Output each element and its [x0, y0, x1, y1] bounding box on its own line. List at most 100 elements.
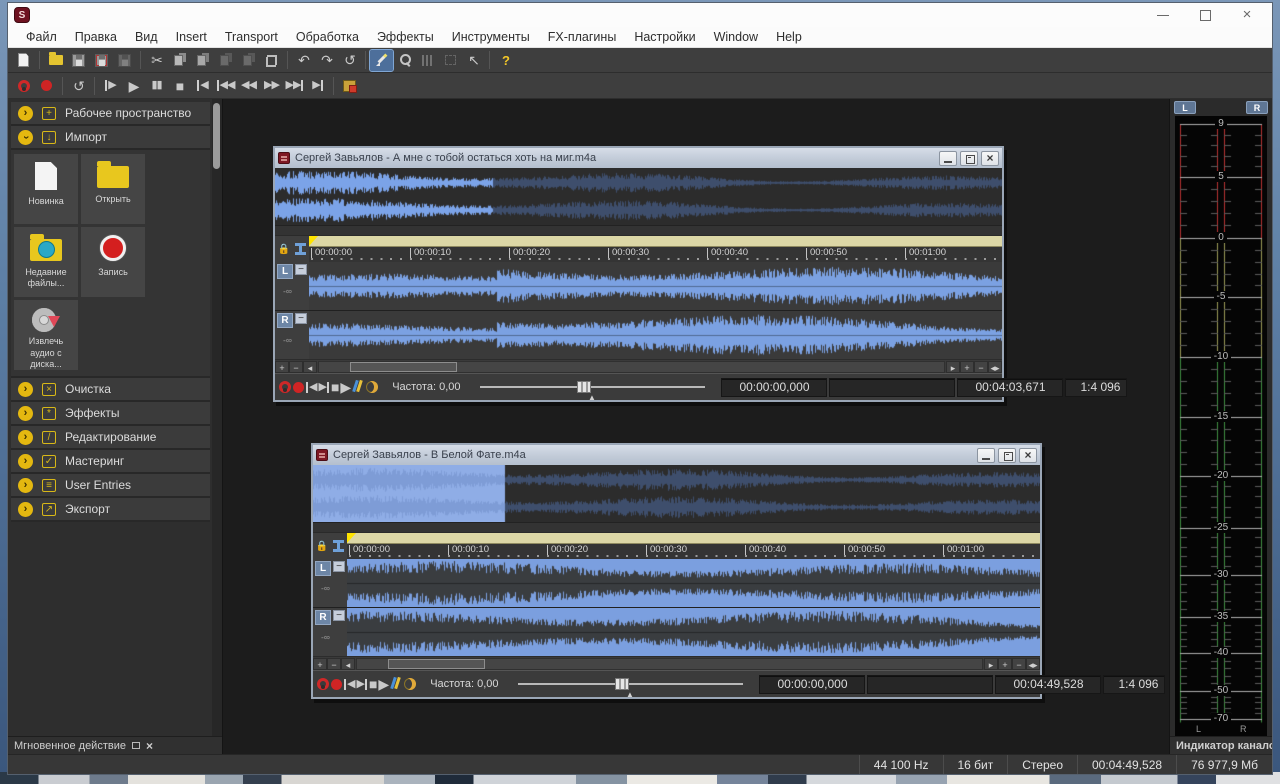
pencil-edit-icon[interactable] [352, 378, 364, 397]
chevron-right-icon[interactable]: › [18, 406, 33, 421]
doc2-maximize-button[interactable] [998, 448, 1016, 463]
play-icon[interactable]: ▶ [340, 378, 350, 397]
scroll-right-icon[interactable]: ▸ [946, 361, 960, 373]
record-icon[interactable] [293, 378, 304, 397]
doc1-titlebar[interactable]: Сергей Завьялов - А мне с тобой остаться… [275, 148, 1002, 168]
doc2-scroll-track[interactable] [356, 658, 983, 670]
edit-tool-icon[interactable] [370, 50, 393, 71]
doc2-channel-R-button[interactable]: R [315, 610, 331, 625]
scroll-right-icon[interactable]: ▸ [984, 658, 998, 670]
menu-item-0[interactable]: Файл [18, 28, 65, 46]
menu-item-10[interactable]: Window [706, 28, 766, 46]
tile-open-folder[interactable]: Открыть [81, 154, 145, 224]
zoom-in-2-icon[interactable]: + [998, 658, 1012, 670]
record-cd-icon[interactable] [317, 675, 329, 694]
doc2-loop-bar[interactable] [347, 533, 1040, 544]
play-icon[interactable]: ▶ [378, 675, 388, 694]
sidebar-scrollbar-thumb[interactable] [213, 103, 220, 169]
scrub-control-icon[interactable] [338, 75, 361, 96]
pause-icon[interactable]: ▮▮ [145, 75, 168, 96]
zoom-out-icon[interactable]: − [327, 658, 341, 670]
doc1-scroll-track[interactable] [318, 361, 945, 373]
pencil-edit-icon[interactable] [390, 675, 402, 694]
play-icon[interactable]: ▶ [122, 75, 145, 96]
help-context-icon[interactable]: ? [494, 50, 517, 71]
doc2-close-button[interactable]: × [1019, 448, 1037, 463]
chevron-right-icon[interactable]: › [18, 382, 33, 397]
chevron-right-icon[interactable]: › [18, 430, 33, 445]
menu-item-1[interactable]: Правка [67, 28, 125, 46]
doc2-time-ruler[interactable]: 00:00:0000:00:1000:00:2000:00:3000:00:40… [347, 544, 1040, 559]
cut-icon[interactable]: ✂ [145, 50, 168, 71]
doc1-channel-L-collapse-button[interactable]: − [295, 264, 307, 275]
minimize-button[interactable] [1156, 8, 1170, 22]
rewind-to-start-icon[interactable]: ◀◀ [214, 75, 237, 96]
zoom-fit-icon[interactable]: ◂▸ [1026, 658, 1040, 670]
zoom-fit-icon[interactable]: ◂▸ [988, 361, 1002, 373]
zoom-out-2-icon[interactable]: − [974, 361, 988, 373]
edit-cursor-icon[interactable] [295, 243, 306, 255]
record-icon[interactable] [331, 675, 342, 694]
menu-item-7[interactable]: Инструменты [444, 28, 538, 46]
redo-icon[interactable]: ↷ [315, 50, 338, 71]
menu-item-5[interactable]: Обработка [288, 28, 367, 46]
stop-icon[interactable]: ■ [369, 675, 376, 694]
stop-icon[interactable]: ■ [168, 75, 191, 96]
paste-icon[interactable] [191, 50, 214, 71]
save-as-icon[interactable] [90, 50, 113, 71]
sidebar-section-4[interactable]: ›/Редактирование [11, 426, 210, 450]
go-to-end-icon[interactable]: ▶ [356, 675, 366, 694]
copy-icon[interactable] [168, 50, 191, 71]
select-tool-icon[interactable] [439, 50, 462, 71]
record-cd-icon[interactable] [12, 75, 35, 96]
zoom-out-icon[interactable]: − [289, 361, 303, 373]
doc2-frequency-slider-thumb[interactable] [615, 678, 629, 690]
doc1-waveform-right[interactable] [309, 311, 1002, 359]
scroll-left-icon[interactable]: ◂ [303, 361, 317, 373]
chevron-right-icon[interactable]: › [18, 106, 33, 121]
menu-item-11[interactable]: Help [768, 28, 810, 46]
doc1-minimize-button[interactable] [939, 151, 957, 166]
audio-output-icon[interactable] [404, 675, 416, 694]
level-meter[interactable]: 950-5-10-15-20-25-30-35-40-50-70LR [1175, 116, 1267, 736]
doc2-scroll-thumb[interactable] [388, 659, 485, 669]
doc1-channel-R-collapse-button[interactable]: − [295, 313, 307, 324]
chevron-right-icon[interactable]: › [18, 502, 33, 517]
loop-playback-icon[interactable]: ↺ [67, 75, 90, 96]
doc1-time-ruler[interactable]: 00:00:0000:00:1000:00:2000:00:3000:00:40… [309, 247, 1002, 262]
doc1-scroll-thumb[interactable] [350, 362, 456, 372]
sidebar-section-6[interactable]: ›≡User Entries [11, 474, 210, 498]
record-icon[interactable] [35, 75, 58, 96]
magnify-tool-icon[interactable] [393, 50, 416, 71]
paste-special-icon[interactable] [214, 50, 237, 71]
panel-float-icon[interactable] [132, 742, 140, 749]
go-to-end-icon[interactable]: ▶ [306, 75, 329, 96]
sidebar-section-3[interactable]: ›*Эффекты [11, 402, 210, 426]
doc2-overview-waveform[interactable] [313, 465, 1040, 522]
meter-right-channel-button[interactable]: R [1246, 101, 1268, 114]
sidebar-caption-tab[interactable]: Мгновенное действие × [8, 736, 222, 754]
panel-close-icon[interactable]: × [146, 742, 153, 750]
doc1-channel-R-button[interactable]: R [277, 313, 293, 328]
doc2-channel-L-collapse-button[interactable]: − [333, 561, 345, 572]
maximize-button[interactable] [1198, 8, 1212, 22]
doc1-overview-strip[interactable] [275, 168, 1002, 226]
doc2-minimize-button[interactable] [977, 448, 995, 463]
chevron-right-icon[interactable]: › [18, 478, 33, 493]
menu-item-2[interactable]: Вид [127, 28, 166, 46]
rewind-icon[interactable]: ◀◀ [237, 75, 260, 96]
tile-extract-cd[interactable]: Извлечь аудио с диска... [14, 300, 78, 370]
undo-icon[interactable]: ↶ [292, 50, 315, 71]
audio-output-icon[interactable] [366, 378, 378, 397]
doc2-waveform-left[interactable] [347, 559, 1040, 607]
go-to-start-icon[interactable]: ◀ [306, 378, 316, 397]
doc1-frequency-slider[interactable]: ▲ [480, 386, 705, 388]
meter-caption-tab[interactable]: Индикатор каналов [1170, 736, 1272, 754]
meter-left-channel-button[interactable]: L [1174, 101, 1196, 114]
doc2-channel-L-button[interactable]: L [315, 561, 331, 576]
doc1-close-button[interactable]: × [981, 151, 999, 166]
tile-new-file[interactable]: Новинка [14, 154, 78, 224]
sidebar-section-1[interactable]: ›↓Импорт [11, 126, 210, 150]
lock-icon[interactable]: 🔒 [278, 244, 290, 255]
doc2-overview-strip[interactable] [313, 465, 1040, 523]
